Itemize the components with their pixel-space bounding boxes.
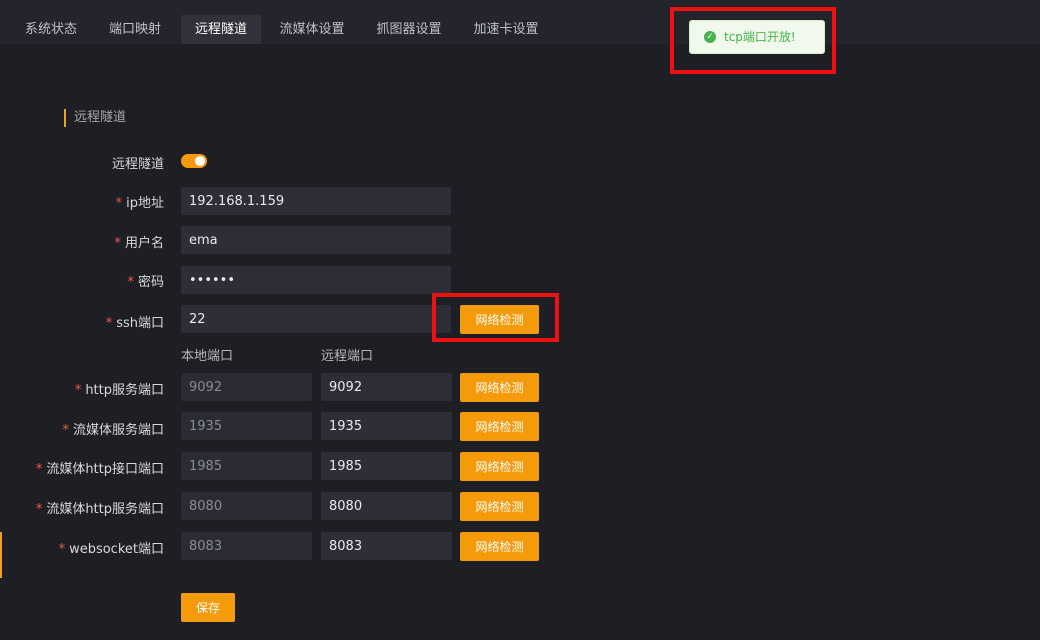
http-network-check-button[interactable]: 网络检测 [460, 373, 539, 402]
websocket-local-port-input[interactable] [181, 532, 312, 560]
http-local-port-input[interactable] [181, 373, 312, 401]
toast-message: tcp端口开放! [724, 30, 796, 44]
required-mark: * [58, 542, 66, 557]
required-mark: * [35, 462, 43, 477]
required-mark: * [114, 236, 121, 251]
ssh-port-label-text: ssh端口 [116, 316, 164, 331]
tab-remote-tunnel[interactable]: 远程隧道 [181, 15, 261, 44]
stream-http-service-local-port-input[interactable] [181, 492, 312, 520]
required-mark: * [35, 502, 43, 517]
stream-port-label-text: 流媒体服务端口 [72, 423, 164, 438]
password-label-text: 密码 [137, 275, 164, 290]
ip-label: * ip地址 [116, 192, 164, 211]
ip-input[interactable] [181, 187, 451, 215]
http-remote-port-input[interactable] [321, 373, 452, 401]
stream-remote-port-input[interactable] [321, 412, 452, 440]
check-circle-icon: ✓ [704, 30, 716, 43]
required-mark: * [105, 316, 113, 331]
remote-port-header: 远程端口 [321, 349, 374, 364]
password-label: * 密码 [127, 271, 164, 290]
save-button[interactable]: 保存 [181, 593, 235, 622]
stream-http-api-network-check-button[interactable]: 网络检测 [460, 452, 539, 481]
http-port-label: * http服务端口 [75, 379, 164, 398]
tab-capture-settings[interactable]: 抓图器设置 [364, 15, 454, 44]
stream-http-api-port-label-text: 流媒体http接口端口 [46, 462, 164, 477]
stream-http-api-local-port-input[interactable] [181, 452, 312, 480]
tunnel-label: 远程隧道 [111, 157, 164, 172]
local-port-header: 本地端口 [181, 349, 234, 364]
websocket-network-check-button[interactable]: 网络检测 [460, 532, 539, 561]
required-mark: * [62, 423, 69, 438]
ip-label-text: ip地址 [126, 196, 164, 211]
websocket-port-label-text: websocket端口 [69, 542, 164, 557]
websocket-remote-port-input[interactable] [321, 532, 452, 560]
username-input[interactable] [181, 226, 451, 254]
tab-bar: 系统状态 端口映射 远程隧道 流媒体设置 抓图器设置 加速卡设置 [0, 0, 1040, 44]
tab-port-mapping[interactable]: 端口映射 [96, 15, 174, 44]
ssh-port-label: * ssh端口 [106, 312, 164, 331]
required-mark: * [127, 275, 134, 290]
ssh-port-input[interactable] [181, 305, 451, 333]
stream-http-service-network-check-button[interactable]: 网络检测 [460, 492, 539, 521]
stream-http-service-remote-port-input[interactable] [321, 492, 452, 520]
stream-network-check-button[interactable]: 网络检测 [460, 412, 539, 441]
username-label-text: 用户名 [124, 236, 164, 251]
password-input[interactable] [181, 266, 451, 294]
required-mark: * [74, 383, 82, 398]
tab-system-status[interactable]: 系统状态 [12, 15, 90, 44]
success-toast: ✓ tcp端口开放! [689, 20, 825, 54]
tab-streaming-settings[interactable]: 流媒体设置 [270, 15, 354, 44]
section-title: 远程隧道 [64, 109, 126, 127]
http-port-label-text: http服务端口 [85, 383, 164, 398]
stream-port-label: * 流媒体服务端口 [62, 419, 164, 438]
required-mark: * [115, 196, 123, 211]
stream-http-service-port-label-text: 流媒体http服务端口 [46, 502, 164, 517]
websocket-port-label: * websocket端口 [59, 538, 164, 557]
stream-http-service-port-label: * 流媒体http服务端口 [36, 498, 164, 517]
stream-local-port-input[interactable] [181, 412, 312, 440]
left-edge-marker [0, 532, 2, 578]
tab-accelerator-settings[interactable]: 加速卡设置 [462, 15, 550, 44]
toggle-knob [195, 156, 205, 166]
stream-http-api-remote-port-input[interactable] [321, 452, 452, 480]
stream-http-api-port-label: * 流媒体http接口端口 [36, 458, 164, 477]
ssh-network-check-button[interactable]: 网络检测 [460, 305, 539, 334]
username-label: * 用户名 [114, 232, 164, 251]
tunnel-toggle[interactable] [181, 154, 207, 168]
